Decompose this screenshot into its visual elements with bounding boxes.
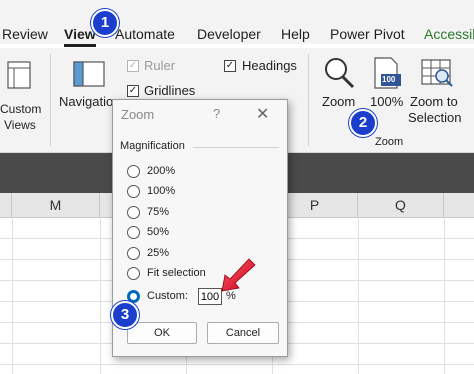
zoom-group-label: Zoom bbox=[375, 136, 404, 148]
ribbon-divider bbox=[308, 54, 309, 146]
magnification-group-label: Magnification bbox=[120, 140, 185, 152]
grid-line bbox=[0, 364, 474, 365]
ruler-label: Ruler bbox=[144, 58, 176, 73]
zoom-to-selection-label-2: Selection bbox=[408, 110, 462, 125]
radio-button[interactable] bbox=[127, 247, 140, 260]
zoom-button[interactable]: Zoom bbox=[318, 54, 362, 114]
tab-accessibility[interactable]: Accessib bbox=[424, 26, 474, 42]
custom-views-label-1: Custom bbox=[0, 102, 42, 116]
red-arrow-annotation bbox=[221, 258, 256, 292]
radio-label: Custom: bbox=[147, 290, 188, 302]
dialog-title: Zoom bbox=[121, 107, 155, 122]
active-tab-indicator bbox=[64, 44, 96, 47]
step-badge-1: 1 bbox=[91, 9, 119, 37]
headings-checkbox[interactable]: ✓ bbox=[224, 60, 236, 72]
radio-label: 200% bbox=[147, 165, 176, 177]
radio-label: 50% bbox=[147, 226, 170, 238]
radio-button[interactable] bbox=[127, 165, 140, 178]
zoom-label: Zoom bbox=[322, 94, 356, 109]
close-icon[interactable]: ✕ bbox=[256, 104, 269, 124]
gridlines-label: Gridlines bbox=[144, 83, 196, 98]
custom-views-icon bbox=[7, 61, 31, 89]
radio-label: 25% bbox=[147, 247, 170, 259]
zoom-100-label: 100% bbox=[370, 94, 404, 109]
radio-button[interactable] bbox=[127, 226, 140, 239]
grid-line bbox=[358, 217, 359, 374]
ok-button[interactable]: OK bbox=[127, 322, 197, 344]
grid-line bbox=[444, 217, 445, 374]
radio-button[interactable] bbox=[127, 267, 140, 280]
zoom-to-selection-button[interactable]: Zoom to Selection bbox=[406, 54, 472, 130]
zoom-to-selection-icon bbox=[421, 59, 453, 87]
ribbon-divider bbox=[50, 54, 51, 146]
tab-view[interactable]: View bbox=[64, 26, 96, 42]
radio-label: 100% bbox=[147, 185, 176, 197]
radio-label: Fit selection bbox=[147, 267, 206, 279]
tab-review[interactable]: Review bbox=[2, 26, 48, 42]
cancel-button[interactable]: Cancel bbox=[207, 322, 279, 344]
grid-line bbox=[100, 217, 101, 374]
magnifier-icon bbox=[325, 58, 355, 89]
column-header-partial[interactable] bbox=[0, 193, 12, 217]
custom-views-label-2: Views bbox=[4, 118, 36, 132]
zoom-100-icon bbox=[374, 57, 401, 89]
column-header-q[interactable]: Q bbox=[358, 193, 444, 217]
radio-button[interactable] bbox=[127, 185, 140, 198]
tab-help[interactable]: Help bbox=[281, 26, 310, 42]
step-badge-2: 2 bbox=[349, 109, 377, 137]
group-divider bbox=[193, 147, 279, 148]
step-badge-3: 3 bbox=[111, 301, 139, 329]
radio-button[interactable] bbox=[127, 206, 140, 219]
zoom-100-icon-text: 100 bbox=[382, 75, 396, 84]
navigation-pane-icon bbox=[73, 61, 105, 87]
tab-developer[interactable]: Developer bbox=[197, 26, 261, 42]
headings-label: Headings bbox=[242, 58, 297, 73]
ribbon-tab-bar: Review View Automate Developer Help Powe… bbox=[0, 0, 474, 44]
grid-line bbox=[12, 217, 13, 374]
custom-views-button[interactable]: Custom Views bbox=[0, 56, 44, 132]
radio-label: 75% bbox=[147, 206, 170, 218]
zoom-to-selection-label-1: Zoom to bbox=[410, 94, 458, 109]
zoom-100-button[interactable]: 100 100% bbox=[366, 54, 406, 114]
gridlines-checkbox[interactable]: ✓ bbox=[127, 85, 139, 97]
column-header-m[interactable]: M bbox=[12, 193, 100, 217]
tab-power-pivot[interactable]: Power Pivot bbox=[330, 26, 405, 42]
ruler-checkbox[interactable]: ✓ bbox=[127, 60, 139, 72]
help-icon[interactable]: ? bbox=[213, 106, 220, 121]
tab-automate[interactable]: Automate bbox=[115, 26, 175, 42]
